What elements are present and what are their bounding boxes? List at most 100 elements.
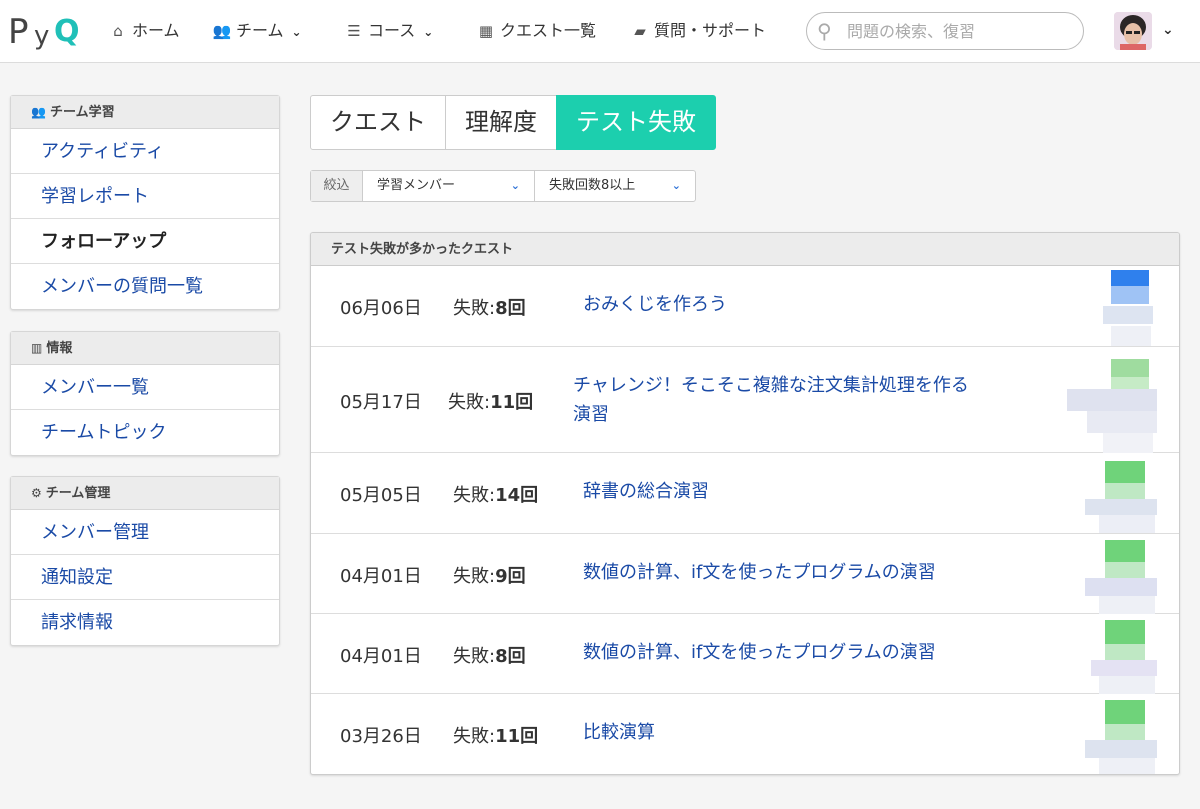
- sidebar-item-billing[interactable]: 請求情報: [11, 600, 279, 645]
- sidebar-heading: 👥 チーム学習: [11, 96, 279, 129]
- fail-prefix: 失敗:: [453, 485, 496, 506]
- nav-support[interactable]: ▰ 質問・サポート: [630, 18, 766, 44]
- fail-count-value: 8回: [495, 298, 526, 319]
- tab-test-failure[interactable]: テスト失敗: [556, 95, 716, 150]
- chevron-down-icon: ⌄: [671, 179, 681, 192]
- fail-prefix: 失敗:: [448, 392, 491, 413]
- nav-team[interactable]: 👥 チーム ⌄: [212, 18, 302, 44]
- row-fail-count: 失敗:11回: [453, 722, 538, 748]
- top-navbar: P y Q ⌂ ホーム 👥 チーム ⌄ ☰ コース ⌄ ▦ クエスト一覧 ▰ 質問・サポート …: [0, 0, 1200, 63]
- logo-letter-q: Q: [54, 14, 80, 49]
- table-row: 05月05日 失敗:14回 辞書の総合演習: [311, 453, 1179, 534]
- view-tabs: クエスト 理解度 テスト失敗: [310, 95, 716, 150]
- nav-home-label: ホーム: [132, 21, 180, 40]
- filter-bar: 絞込 学習メンバー ⌄ 失敗回数8以上 ⌄: [310, 170, 696, 202]
- sidebar-item-member-admin[interactable]: メンバー管理: [11, 510, 279, 555]
- avatar-image: [1114, 12, 1152, 50]
- quest-thumbnail: [1081, 453, 1161, 533]
- grid-icon: ▦: [478, 22, 494, 40]
- fail-prefix: 失敗:: [453, 566, 496, 587]
- nav-home[interactable]: ⌂ ホーム: [108, 18, 180, 44]
- quest-thumbnail: [1081, 534, 1161, 614]
- row-date: 05月17日: [340, 392, 422, 413]
- tab-understanding[interactable]: 理解度: [445, 95, 557, 150]
- sidebar-heading-label: 情報: [46, 341, 73, 356]
- member-select-value: 学習メンバー: [377, 178, 456, 193]
- fail-count-value: 14回: [495, 485, 539, 506]
- fail-prefix: 失敗:: [453, 726, 496, 747]
- quest-link[interactable]: 数値の計算、if文を使ったプログラムの演習: [583, 558, 936, 587]
- fail-prefix: 失敗:: [453, 298, 496, 319]
- home-icon: ⌂: [113, 22, 123, 40]
- nav-quest-list-label: クエスト一覧: [500, 21, 597, 40]
- row-date: 05月05日: [340, 485, 422, 506]
- fail-count-value: 11回: [490, 392, 534, 413]
- sidebar-item-notification-settings[interactable]: 通知設定: [11, 555, 279, 600]
- quest-link[interactable]: おみくじを作ろう: [583, 290, 727, 319]
- nav-support-label: 質問・サポート: [654, 21, 767, 40]
- fail-count-value: 11回: [495, 726, 539, 747]
- tab-quest[interactable]: クエスト: [310, 95, 446, 150]
- row-fail-count: 失敗:8回: [453, 294, 526, 320]
- row-date: 06月06日: [340, 298, 422, 319]
- quest-link[interactable]: 数値の計算、if文を使ったプログラムの演習: [583, 638, 936, 667]
- sidebar-item-member-list[interactable]: メンバー一覧: [11, 365, 279, 410]
- chevron-down-icon: ⌄: [423, 25, 434, 39]
- logo-letter-y: y: [34, 21, 50, 51]
- quest-link[interactable]: 辞書の総合演習: [583, 477, 709, 506]
- quest-thumbnail: [1067, 347, 1161, 453]
- sidebar-item-learning-report[interactable]: 学習レポート: [11, 174, 279, 219]
- sidebar-item-team-topic[interactable]: チームトピック: [11, 410, 279, 455]
- row-fail-count: 失敗:14回: [453, 481, 538, 507]
- search-box[interactable]: ⚲: [806, 12, 1084, 50]
- fail-prefix: 失敗:: [453, 646, 496, 667]
- row-date: 04月01日: [340, 646, 422, 667]
- fail-count-value: 8回: [495, 646, 526, 667]
- sidebar-item-member-questions[interactable]: メンバーの質問一覧: [11, 264, 279, 309]
- table-row: 06月06日 失敗:8回 おみくじを作ろう: [311, 266, 1179, 347]
- nav-team-label: チーム: [236, 21, 284, 40]
- chevron-down-icon: ⌄: [510, 179, 520, 192]
- fail-count-select[interactable]: 失敗回数8以上 ⌄: [535, 171, 695, 201]
- sidebar-heading: ⚙ チーム管理: [11, 477, 279, 510]
- panel-heading: テスト失敗が多かったクエスト: [311, 233, 1179, 266]
- quest-thumbnail: [1081, 614, 1161, 694]
- fail-count-value: 9回: [495, 566, 526, 587]
- gear-icon: ⚙: [31, 486, 42, 500]
- sidebar-item-activity[interactable]: アクティビティ: [11, 129, 279, 174]
- table-row: 03月26日 失敗:11回 比較演算: [311, 694, 1179, 774]
- sidebar-heading-label: チーム学習: [49, 105, 115, 120]
- search-input[interactable]: [847, 19, 1073, 43]
- chevron-down-icon[interactable]: ⌄: [1162, 22, 1174, 38]
- sidebar-team-learning: 👥 チーム学習 アクティビティ 学習レポート フォローアップ メンバーの質問一覧: [10, 95, 280, 310]
- quest-thumbnail: [1097, 266, 1157, 346]
- table-row: 04月01日 失敗:9回 数値の計算、if文を使ったプログラムの演習: [311, 534, 1179, 614]
- failed-quests-panel: テスト失敗が多かったクエスト 06月06日 失敗:8回 おみくじを作ろう 05月…: [310, 232, 1180, 775]
- row-fail-count: 失敗:8回: [453, 642, 526, 668]
- table-row: 05月17日 失敗:11回 チャレンジ！そこそこ複雑な注文集計処理を作る 演習: [311, 347, 1179, 453]
- sidebar-team-admin: ⚙ チーム管理 メンバー管理 通知設定 請求情報: [10, 476, 280, 646]
- sidebar-heading: ▥ 情報: [11, 332, 279, 365]
- building-icon: ▥: [31, 341, 43, 355]
- sidebar-item-follow-up[interactable]: フォローアップ: [11, 219, 279, 264]
- sidebar-info: ▥ 情報 メンバー一覧 チームトピック: [10, 331, 280, 456]
- quest-link-line: チャレンジ！そこそこ複雑な注文集計処理を作る: [573, 375, 969, 396]
- chat-icon: ▰: [634, 22, 646, 40]
- pyq-logo[interactable]: P y Q: [8, 12, 84, 52]
- list-icon: ☰: [347, 22, 361, 40]
- nav-quest-list[interactable]: ▦ クエスト一覧: [476, 18, 596, 44]
- quest-link[interactable]: チャレンジ！そこそこ複雑な注文集計処理を作る 演習: [573, 371, 969, 429]
- nav-course-label: コース: [368, 21, 416, 40]
- nav-course[interactable]: ☰ コース ⌄: [344, 18, 433, 44]
- logo-letter-p: P: [8, 12, 29, 52]
- chevron-down-icon: ⌄: [291, 25, 302, 39]
- quest-link[interactable]: 比較演算: [583, 718, 655, 747]
- team-icon: 👥: [31, 105, 46, 119]
- quest-link-line: 演習: [573, 404, 609, 425]
- quest-thumbnail: [1081, 694, 1161, 774]
- table-row: 04月01日 失敗:8回 数値の計算、if文を使ったプログラムの演習: [311, 614, 1179, 694]
- fail-count-select-value: 失敗回数8以上: [549, 178, 636, 193]
- member-select[interactable]: 学習メンバー ⌄: [363, 171, 535, 201]
- search-icon: ⚲: [817, 19, 832, 43]
- avatar[interactable]: [1114, 12, 1152, 50]
